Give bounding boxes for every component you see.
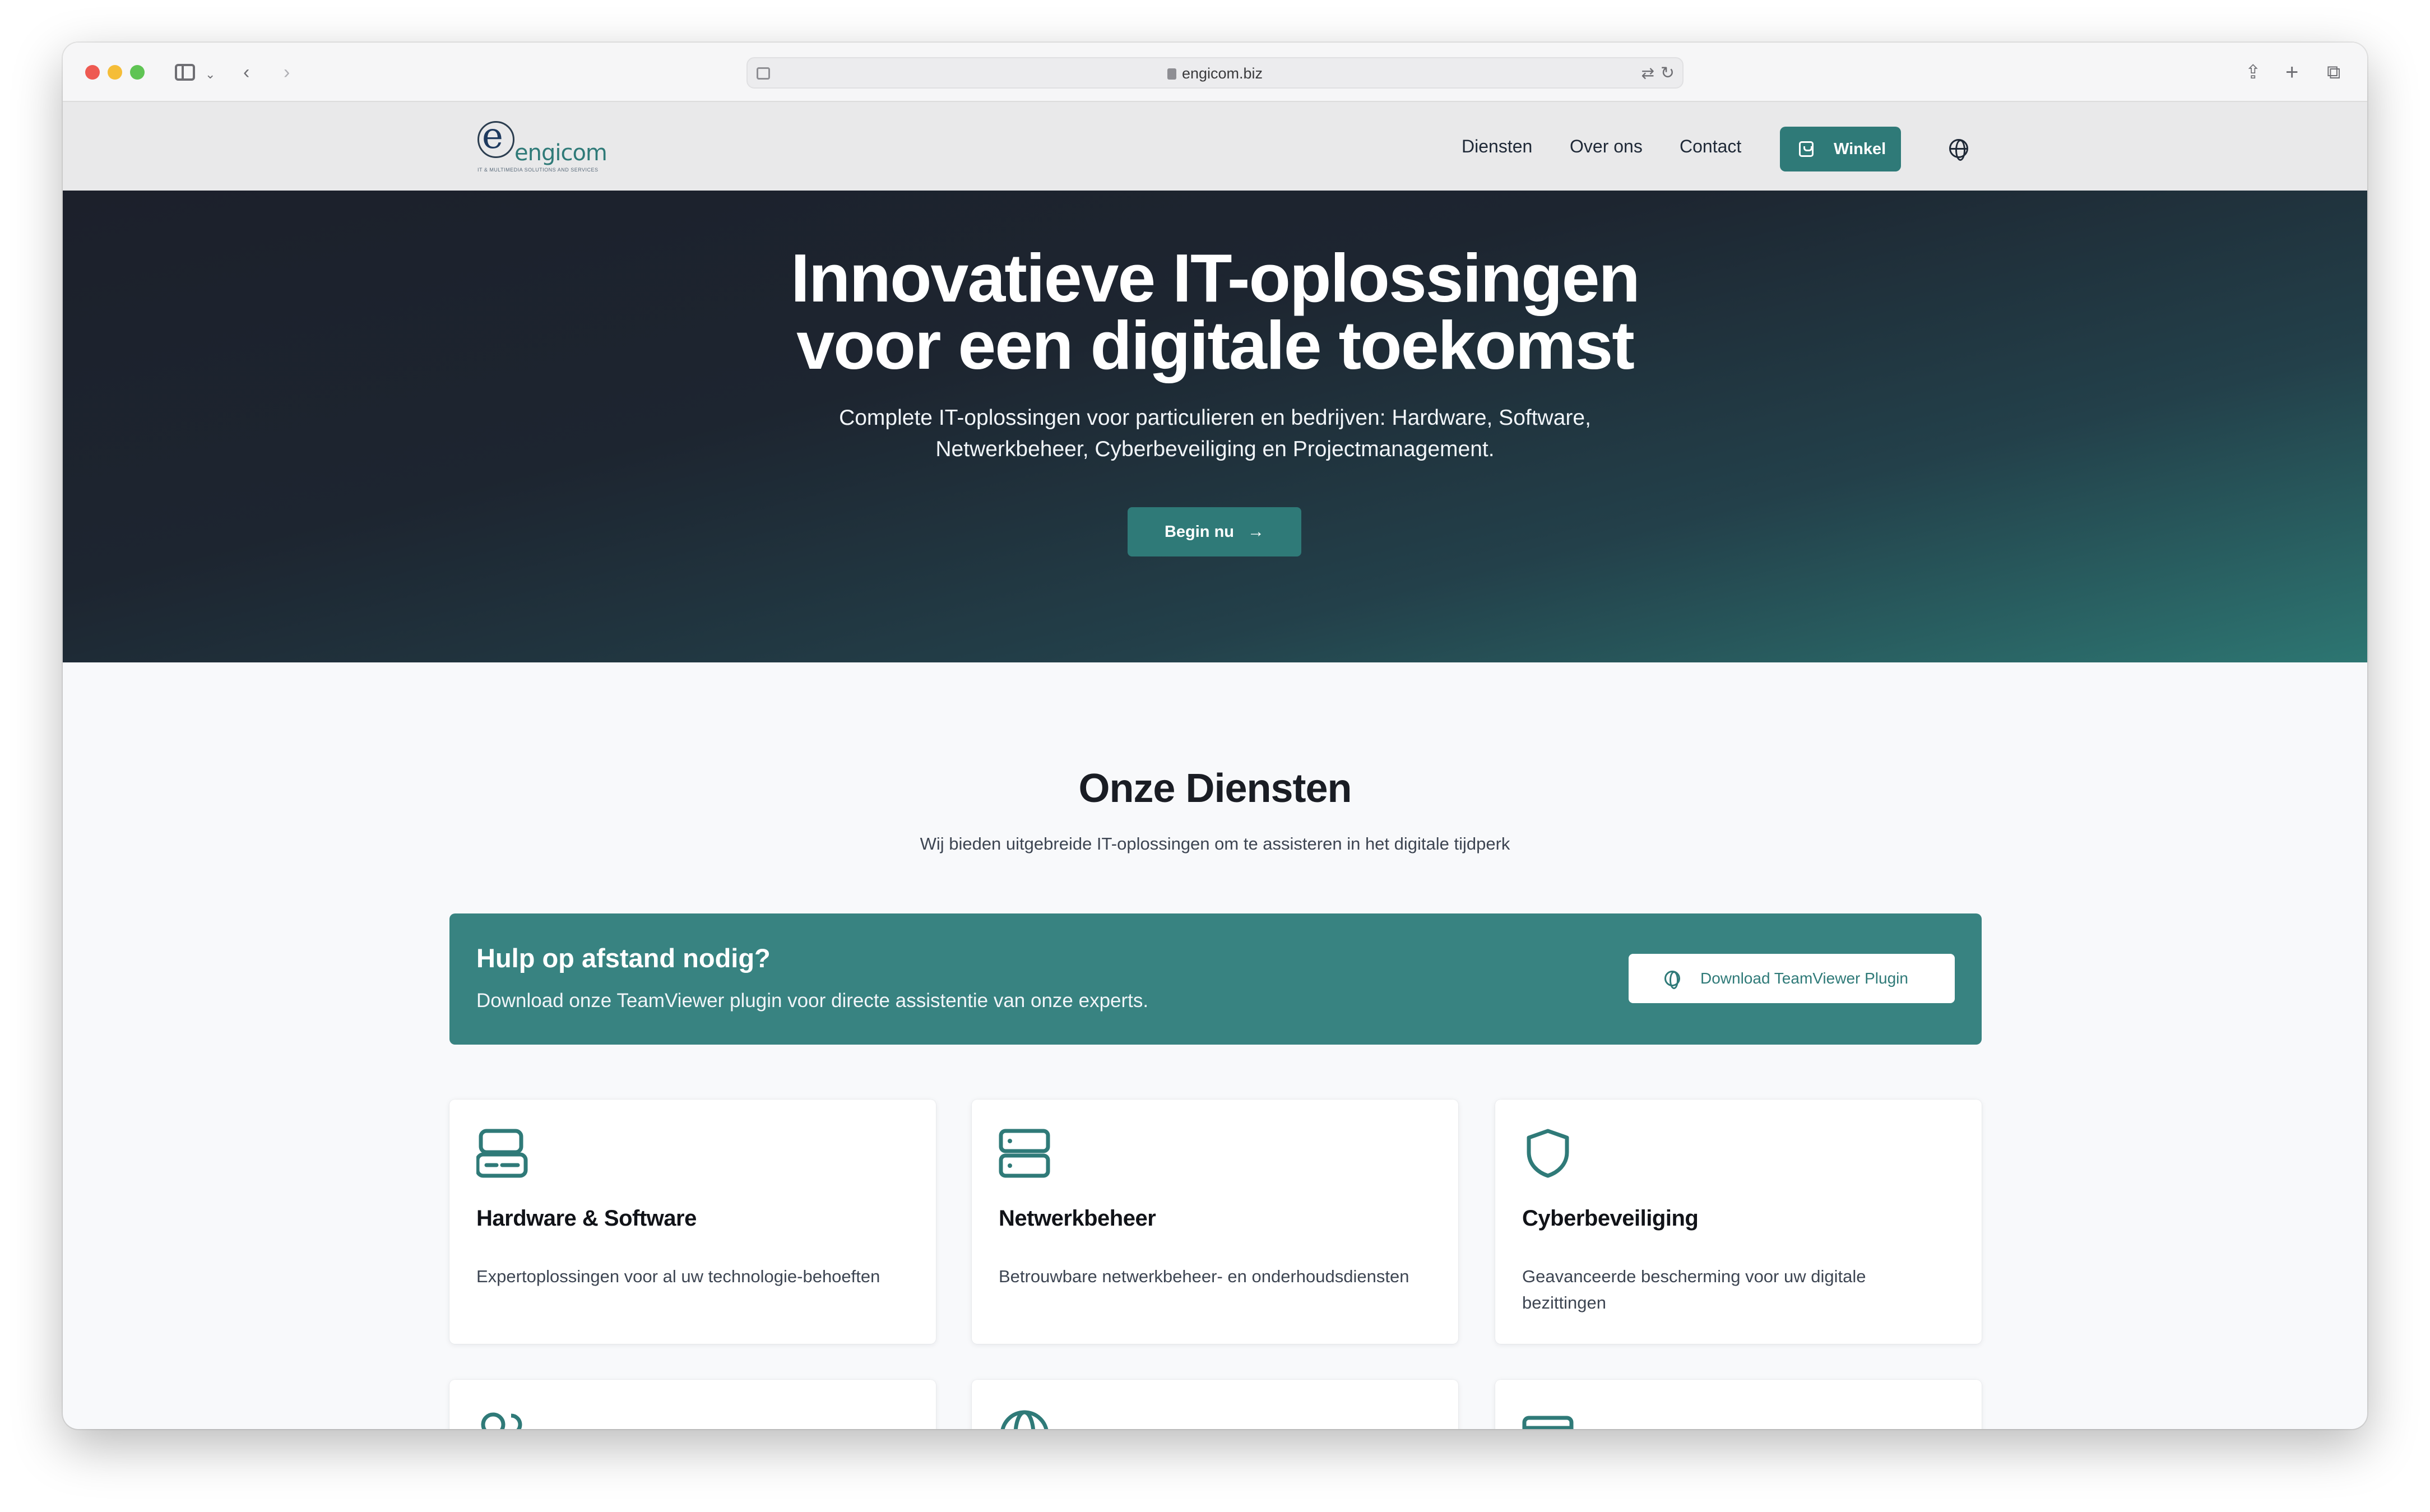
chevron-down-icon[interactable]: ⌄ xyxy=(205,62,215,87)
card-title: Hardware & Software xyxy=(476,1206,697,1231)
browser-window: ⌄ ‹ › engicom.biz ⇄ ↻ ⇪ + ⧉ e engicom IT… xyxy=(63,43,2367,1429)
hero-title-line-1: Innovatieve IT-oplossingen xyxy=(791,240,1640,316)
server-icon xyxy=(999,1129,1050,1178)
back-icon[interactable]: ‹ xyxy=(243,59,249,85)
services-subtitle: Wij bieden uitgebreide IT-oplossingen om… xyxy=(920,834,1510,854)
service-card-cyberbeveiliging[interactable]: Cyberbeveiliging Geavanceerde beschermin… xyxy=(1495,1100,1982,1344)
shopping-bag-icon xyxy=(1799,141,1814,157)
nav-diensten[interactable]: Diensten xyxy=(1462,102,1532,191)
arrow-right-icon: → xyxy=(1248,522,1265,541)
begin-now-button[interactable]: Begin nu → xyxy=(1128,507,1301,556)
service-card-hardware[interactable]: Hardware & Software Expertoplossingen vo… xyxy=(449,1100,936,1344)
logo-tagline: IT & MULTIMEDIA SOLUTIONS AND SERVICES xyxy=(477,167,599,173)
translate-icon[interactable]: ⇄ xyxy=(1641,63,1654,84)
hero-subtitle: Complete IT-oplossingen voor particulier… xyxy=(63,402,2367,465)
card-text: Geavanceerde bescherming voor uw digital… xyxy=(1522,1267,1866,1312)
card-text: Betrouwbare netwerkbeheer- en onderhouds… xyxy=(999,1267,1409,1286)
lock-icon xyxy=(1167,68,1176,80)
service-card-partial-3[interactable] xyxy=(1495,1380,1982,1429)
globe-icon xyxy=(1664,971,1680,989)
shop-button[interactable]: Winkel xyxy=(1780,127,1901,171)
globe-icon xyxy=(1000,1410,1049,1429)
logo-e-icon: e xyxy=(482,115,503,157)
forward-icon[interactable]: › xyxy=(284,59,290,85)
reload-icon[interactable]: ↻ xyxy=(1661,63,1675,84)
zoom-window-button[interactable] xyxy=(130,65,145,80)
hero-subtitle-line-2: Netwerkbeheer, Cyberbeveiliging en Proje… xyxy=(935,437,1495,461)
service-card-partial-2[interactable] xyxy=(972,1380,1458,1429)
services-title: Onze Diensten xyxy=(1078,766,1352,811)
share-icon[interactable]: ⇪ xyxy=(2245,59,2261,85)
tab-overview-icon[interactable]: ⧉ xyxy=(2327,59,2340,85)
download-teamviewer-label: Download TeamViewer Plugin xyxy=(1700,970,1908,987)
shop-button-label: Winkel xyxy=(1834,140,1886,158)
language-globe-icon[interactable] xyxy=(1949,139,1968,161)
close-window-button[interactable] xyxy=(85,65,100,80)
nav-contact[interactable]: Contact xyxy=(1680,102,1741,191)
url-label: engicom.biz xyxy=(1181,65,1263,82)
card-text: Expertoplossingen voor al uw technologie… xyxy=(476,1267,880,1286)
card-title: Cyberbeveiliging xyxy=(1522,1206,1699,1231)
service-card-partial-1[interactable] xyxy=(449,1380,936,1429)
service-card-netwerkbeheer[interactable]: Netwerkbeheer Betrouwbare netwerkbeheer-… xyxy=(972,1100,1458,1344)
hero-subtitle-line-1: Complete IT-oplossingen voor particulier… xyxy=(839,406,1591,430)
address-bar[interactable]: engicom.biz ⇄ ↻ xyxy=(746,57,1684,89)
hero-title-line-2: voor een digitale toekomst xyxy=(796,307,1635,383)
banner-text: Download onze TeamViewer plugin voor dir… xyxy=(476,990,1149,1012)
browser-window-icon xyxy=(1522,1416,1574,1429)
hero-title: Innovatieve IT-oplossingen voor een digi… xyxy=(63,244,2367,379)
logo-text: engicom xyxy=(514,140,608,166)
browser-toolbar: ⌄ ‹ › engicom.biz ⇄ ↻ ⇪ + ⧉ xyxy=(63,43,2367,102)
new-tab-icon[interactable]: + xyxy=(2285,59,2298,85)
nav-over-ons[interactable]: Over ons xyxy=(1570,102,1643,191)
card-title: Netwerkbeheer xyxy=(999,1206,1156,1231)
download-teamviewer-button[interactable]: Download TeamViewer Plugin xyxy=(1629,954,1955,1003)
site-logo[interactable]: e engicom IT & MULTIMEDIA SOLUTIONS AND … xyxy=(477,115,608,180)
users-icon xyxy=(481,1412,522,1429)
url-text: engicom.biz xyxy=(748,58,1682,89)
minimize-window-button[interactable] xyxy=(108,65,122,80)
shield-icon xyxy=(1527,1129,1569,1178)
remote-help-banner: Hulp op afstand nodig? Download onze Tea… xyxy=(449,913,1982,1045)
banner-title: Hulp op afstand nodig? xyxy=(476,943,771,973)
sidebar-toggle-icon[interactable] xyxy=(175,64,195,81)
begin-now-label: Begin nu xyxy=(1164,523,1235,541)
site-header: e engicom IT & MULTIMEDIA SOLUTIONS AND … xyxy=(63,102,2367,191)
hardware-icon xyxy=(476,1129,528,1178)
hero-section: Innovatieve IT-oplossingen voor een digi… xyxy=(63,191,2367,662)
